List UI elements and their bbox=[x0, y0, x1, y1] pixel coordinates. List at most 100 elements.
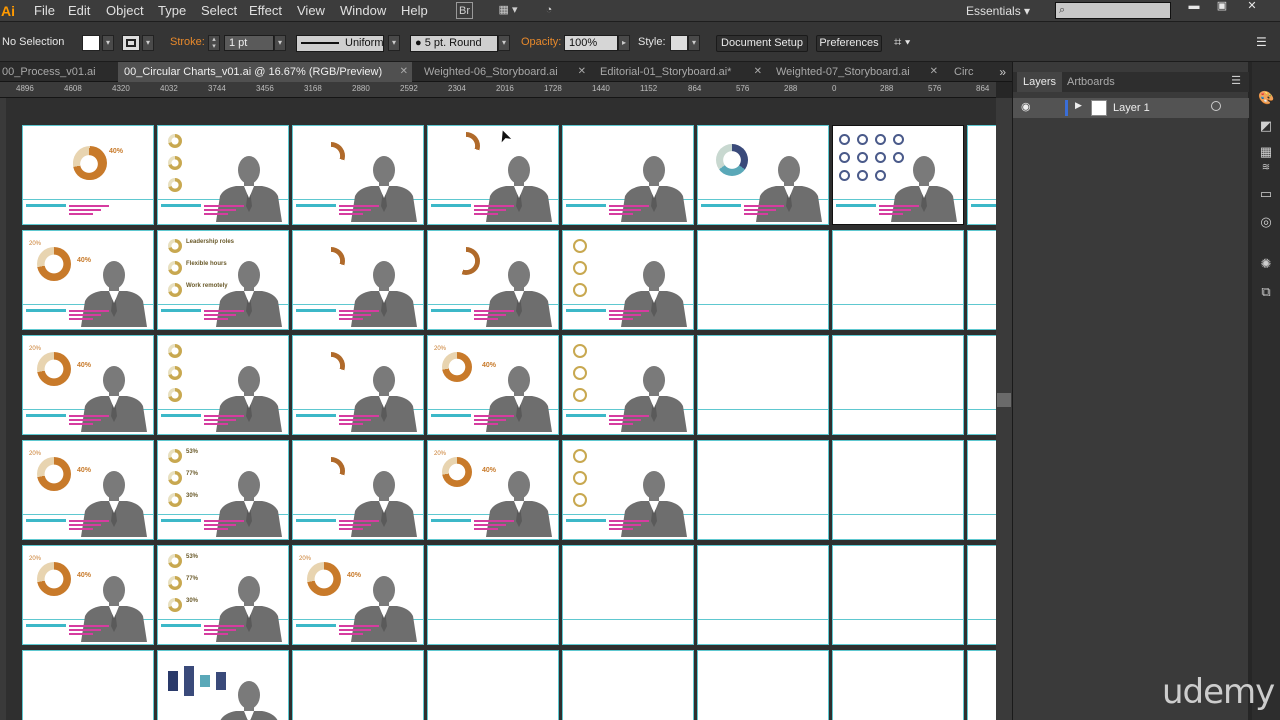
tab-layers[interactable]: Layers bbox=[1017, 72, 1063, 92]
artboard[interactable] bbox=[697, 545, 829, 645]
color-guide-icon[interactable]: ◩ bbox=[1258, 118, 1274, 134]
stroke-label[interactable]: Stroke: bbox=[170, 22, 205, 62]
artboard[interactable] bbox=[22, 650, 154, 720]
artboard[interactable]: 40% 20% bbox=[22, 335, 154, 435]
brush-dropdown[interactable]: ▾ bbox=[498, 35, 510, 51]
graphic-style-swatch[interactable] bbox=[670, 35, 688, 51]
artboard[interactable] bbox=[697, 230, 829, 330]
panel-menu-icon[interactable]: ☰ bbox=[1231, 74, 1241, 87]
artboard[interactable] bbox=[562, 335, 694, 435]
menu-type[interactable]: Type bbox=[158, 0, 186, 22]
artboard[interactable] bbox=[562, 440, 694, 540]
fill-swatch[interactable] bbox=[82, 35, 100, 51]
brush-definition[interactable]: ● 5 pt. Round bbox=[410, 35, 498, 52]
artboard[interactable] bbox=[157, 650, 289, 720]
color-palette-icon[interactable]: 🎨 bbox=[1258, 90, 1274, 106]
stroke-icon[interactable]: ▭ bbox=[1258, 186, 1274, 202]
close-tab-icon[interactable]: ✕ bbox=[930, 62, 938, 82]
arrange-documents-icon[interactable]: ▦ ▾ bbox=[493, 2, 523, 19]
artboard[interactable] bbox=[697, 125, 829, 225]
variable-width-profile[interactable]: Uniform bbox=[296, 35, 384, 52]
graphic-style-dropdown[interactable]: ▾ bbox=[688, 35, 700, 51]
artboard[interactable] bbox=[427, 125, 559, 225]
artboard[interactable] bbox=[967, 230, 996, 330]
document-setup-button[interactable]: Document Setup bbox=[716, 35, 808, 52]
artboard[interactable]: 53% 77% 30% bbox=[157, 440, 289, 540]
close-tab-icon[interactable]: ✕ bbox=[578, 62, 586, 82]
menu-view[interactable]: View bbox=[297, 0, 325, 22]
artboard[interactable] bbox=[832, 335, 964, 435]
opacity-label[interactable]: Opacity: bbox=[521, 22, 561, 62]
expand-triangle-icon[interactable]: ▶ bbox=[1075, 100, 1082, 111]
layer-name[interactable]: Layer 1 bbox=[1113, 98, 1150, 118]
artboard[interactable] bbox=[562, 230, 694, 330]
menu-effect[interactable]: Effect bbox=[249, 0, 282, 22]
fill-dropdown[interactable]: ▾ bbox=[102, 35, 114, 51]
swatches-icon[interactable]: ▦ bbox=[1258, 144, 1274, 160]
menu-edit[interactable]: Edit bbox=[68, 0, 90, 22]
artboard[interactable] bbox=[562, 545, 694, 645]
artboard[interactable]: 40% bbox=[22, 125, 154, 225]
more-tabs-icon[interactable]: » bbox=[999, 62, 1006, 82]
artboard[interactable] bbox=[967, 440, 996, 540]
artboard[interactable] bbox=[967, 545, 996, 645]
artboard[interactable]: 40% 20% bbox=[22, 230, 154, 330]
transform-icon[interactable]: ⧉ bbox=[1258, 284, 1274, 300]
artboard[interactable] bbox=[832, 230, 964, 330]
layer-row[interactable]: ◉ ▶ Layer 1 bbox=[1013, 98, 1249, 118]
artboard[interactable] bbox=[562, 650, 694, 720]
artboard[interactable] bbox=[697, 440, 829, 540]
tab-circular-charts[interactable]: 00_Circular Charts_v01.ai @ 16.67% (RGB/… bbox=[118, 62, 412, 82]
opacity-slider-button[interactable]: ▸ bbox=[618, 35, 630, 51]
artboard[interactable] bbox=[967, 335, 996, 435]
close-tab-icon[interactable]: ✕ bbox=[400, 62, 408, 82]
artboard[interactable]: 40% 20% bbox=[22, 545, 154, 645]
tab-editorial-01[interactable]: Editorial-01_Storyboard.ai* ✕ bbox=[594, 62, 766, 82]
artboard[interactable] bbox=[292, 440, 424, 540]
canvas[interactable]: 40% 40% 20% Leadership roles Flexible hours W… bbox=[6, 98, 996, 720]
tab-artboards[interactable]: Artboards bbox=[1061, 72, 1121, 92]
tab-weighted-06[interactable]: Weighted-06_Storyboard.ai ✕ bbox=[418, 62, 590, 82]
artboard[interactable] bbox=[157, 335, 289, 435]
profile-dropdown[interactable]: ▾ bbox=[388, 35, 400, 51]
artboard[interactable] bbox=[292, 335, 424, 435]
preferences-button[interactable]: Preferences bbox=[816, 35, 882, 52]
arrange-icon[interactable]: ⌗ ▾ bbox=[894, 22, 910, 62]
target-circle-icon[interactable] bbox=[1211, 101, 1221, 111]
artboard[interactable]: 53% 77% 30% bbox=[157, 545, 289, 645]
stroke-stepper[interactable]: ▴ ▾ bbox=[208, 35, 220, 51]
artboard[interactable] bbox=[832, 440, 964, 540]
opacity-field[interactable]: 100% bbox=[564, 35, 618, 51]
maximize-button[interactable]: ▣ bbox=[1208, 0, 1236, 14]
artboard[interactable]: 40% 20% bbox=[292, 545, 424, 645]
control-menu-icon[interactable]: ☰ bbox=[1256, 22, 1267, 62]
visibility-eye-icon[interactable]: ◉ bbox=[1021, 100, 1031, 113]
scroll-thumb[interactable] bbox=[997, 393, 1011, 407]
symbols-icon[interactable]: ✺ bbox=[1258, 256, 1274, 272]
close-tab-icon[interactable]: ✕ bbox=[754, 62, 762, 82]
minimize-button[interactable]: ▬ bbox=[1180, 0, 1208, 14]
artboard[interactable]: 40% 20% bbox=[427, 440, 559, 540]
bridge-icon[interactable]: Br bbox=[456, 2, 473, 19]
artboard[interactable]: Leadership roles Flexible hours Work remot… bbox=[157, 230, 289, 330]
artboard[interactable] bbox=[832, 650, 964, 720]
help-search-input[interactable]: ⌕ bbox=[1055, 2, 1171, 19]
artboard[interactable]: 40% 20% bbox=[427, 335, 559, 435]
artboard[interactable] bbox=[562, 125, 694, 225]
artboard[interactable] bbox=[292, 650, 424, 720]
gpu-performance-icon[interactable]: ◔ bbox=[538, 2, 560, 19]
artboard[interactable] bbox=[697, 650, 829, 720]
menu-window[interactable]: Window bbox=[340, 0, 386, 22]
artboard[interactable] bbox=[832, 545, 964, 645]
artboard[interactable] bbox=[697, 335, 829, 435]
appearance-icon[interactable]: ◎ bbox=[1258, 214, 1274, 230]
artboard[interactable] bbox=[427, 650, 559, 720]
artboard[interactable] bbox=[967, 125, 996, 225]
menu-select[interactable]: Select bbox=[201, 0, 237, 22]
tab-process[interactable]: 00_Process_v01.ai bbox=[0, 62, 118, 82]
artboard[interactable] bbox=[832, 125, 964, 225]
artboard[interactable] bbox=[967, 650, 996, 720]
horizontal-ruler[interactable]: 4896 4608 4320 4032 3744 3456 3168 2880 2592 2304… bbox=[0, 82, 996, 98]
close-button[interactable]: ✕ bbox=[1238, 0, 1266, 14]
menu-help[interactable]: Help bbox=[401, 0, 428, 22]
